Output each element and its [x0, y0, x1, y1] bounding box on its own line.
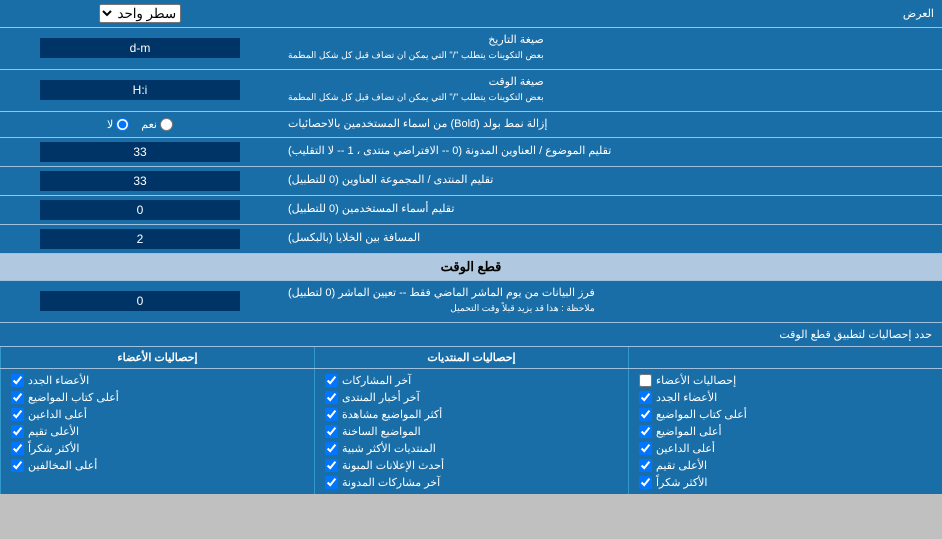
- forum-group-trim-label: تقليم المنتدى / المجموعة العناوين (0 للت…: [280, 167, 942, 195]
- topic-title-trim-label: تقليم الموضوع / العناوين المدونة (0 -- ا…: [280, 138, 942, 166]
- cell-spacing-input-cell: [0, 225, 280, 253]
- checkbox-item: المنتديات الأكثر شبية: [325, 442, 618, 455]
- cut-time-input[interactable]: [40, 291, 240, 311]
- display-select-cell: سطر واحد سطرين ثلاثة أسطر: [0, 0, 280, 27]
- col1-header: إحصاليات الأعضاء: [0, 347, 314, 368]
- checkbox-latest-pinned[interactable]: [325, 459, 338, 472]
- topic-title-trim-input-cell: [0, 138, 280, 166]
- checkbox-top-topics[interactable]: [639, 425, 652, 438]
- date-format-input-cell: [0, 28, 280, 69]
- cell-spacing-row: المسافة بين الخلايا (بالبكسل): [0, 225, 942, 254]
- checkbox-top-rated-2[interactable]: [11, 425, 24, 438]
- forum-group-trim-row: تقليم المنتدى / المجموعة العناوين (0 للت…: [0, 167, 942, 196]
- checkbox-item: أحدث الإعلانات المبونة: [325, 459, 618, 472]
- display-select[interactable]: سطر واحد سطرين ثلاثة أسطر: [99, 4, 181, 23]
- cut-time-section-header: قطع الوقت: [0, 254, 942, 281]
- checkbox-item: أعلى كتاب المواضيع: [11, 391, 304, 404]
- checkbox-item: الأعلى تقيم: [11, 425, 304, 438]
- checkbox-item: آخر أخبار المنتدى: [325, 391, 618, 404]
- checkbox-top-rated[interactable]: [639, 459, 652, 472]
- checkbox-item: أكثر المواضيع مشاهدة: [325, 408, 618, 421]
- checkbox-hot-topics[interactable]: [325, 425, 338, 438]
- checkbox-item: أعلى المواضيع: [639, 425, 932, 438]
- display-label: العرض: [280, 2, 942, 25]
- checkbox-last-blog-posts[interactable]: [325, 476, 338, 489]
- bold-no-label[interactable]: لا: [107, 118, 129, 131]
- checkbox-new-members[interactable]: [639, 391, 652, 404]
- username-trim-input[interactable]: [40, 200, 240, 220]
- date-format-input[interactable]: [40, 38, 240, 58]
- checkbox-item: المواضيع الساخنة: [325, 425, 618, 438]
- time-format-row: صيغة الوقتبعض التكوينات يتطلب "/" التي ي…: [0, 70, 942, 112]
- bold-yes-label[interactable]: نعم: [141, 118, 173, 131]
- checkbox-item: الأعضاء الجدد: [639, 391, 932, 404]
- checkbox-most-viewed[interactable]: [325, 408, 338, 421]
- checkbox-item: إحصاليات الأعضاء: [639, 374, 932, 387]
- display-row: العرض سطر واحد سطرين ثلاثة أسطر: [0, 0, 942, 28]
- bold-no-radio[interactable]: [116, 118, 129, 131]
- checkbox-most-thanked-2[interactable]: [11, 442, 24, 455]
- username-trim-input-cell: [0, 196, 280, 224]
- checkboxes-header-row: إحصاليات المنتديات إحصاليات الأعضاء: [0, 347, 942, 369]
- cut-time-input-cell: [0, 281, 280, 322]
- checkbox-most-similar-forums[interactable]: [325, 442, 338, 455]
- checkbox-last-posts[interactable]: [325, 374, 338, 387]
- checkbox-stats-members[interactable]: [639, 374, 652, 387]
- limit-stats-row: حدد إحصاليات لتطبيق قطع الوقت: [0, 323, 942, 347]
- cut-time-label: فرز البيانات من يوم الماشر الماضي فقط --…: [280, 281, 942, 322]
- checkbox-item: أعلى الداعين: [639, 442, 932, 455]
- cell-spacing-label: المسافة بين الخلايا (بالبكسل): [280, 225, 942, 253]
- checkbox-item: الأعضاء الجدد: [11, 374, 304, 387]
- cut-time-row: فرز البيانات من يوم الماشر الماضي فقط --…: [0, 281, 942, 323]
- checkbox-item: الأكثر شكراً: [11, 442, 304, 455]
- checkbox-top-writers-2[interactable]: [11, 391, 24, 404]
- time-format-label: صيغة الوقتبعض التكوينات يتطلب "/" التي ي…: [280, 70, 942, 111]
- col3-header: [628, 347, 942, 368]
- checkboxes-content-row: إحصاليات الأعضاء الأعضاء الجدد أعلى كتاب…: [0, 369, 942, 494]
- checkbox-last-news[interactable]: [325, 391, 338, 404]
- bold-removal-label: إزالة نمط بولد (Bold) من اسماء المستخدمي…: [280, 112, 942, 137]
- time-format-input-cell: [0, 70, 280, 111]
- checkbox-top-callers[interactable]: [639, 442, 652, 455]
- date-format-row: صيغة التاريخبعض التكوينات يتطلب "/" التي…: [0, 28, 942, 70]
- forum-group-trim-input-cell: [0, 167, 280, 195]
- username-trim-row: تقليم أسماء المستخدمين (0 للتطبيل): [0, 196, 942, 225]
- checkbox-item: آخر مشاركات المدونة: [325, 476, 618, 489]
- topic-title-trim-input[interactable]: [40, 142, 240, 162]
- checkbox-item: أعلى كتاب المواضيع: [639, 408, 932, 421]
- bold-yes-radio[interactable]: [160, 118, 173, 131]
- bold-removal-row: إزالة نمط بولد (Bold) من اسماء المستخدمي…: [0, 112, 942, 138]
- date-format-label: صيغة التاريخبعض التكوينات يتطلب "/" التي…: [280, 28, 942, 69]
- checkbox-item: الأكثر شكراً: [639, 476, 932, 489]
- username-trim-label: تقليم أسماء المستخدمين (0 للتطبيل): [280, 196, 942, 224]
- col2-header: إحصاليات المنتديات: [314, 347, 628, 368]
- checkbox-top-violators[interactable]: [11, 459, 24, 472]
- checkbox-top-topic-writers[interactable]: [639, 408, 652, 421]
- checkboxes-col1: الأعضاء الجدد أعلى كتاب المواضيع أعلى ال…: [0, 369, 314, 494]
- checkbox-item: أعلى المخالفين: [11, 459, 304, 472]
- cell-spacing-input[interactable]: [40, 229, 240, 249]
- checkboxes-col3: إحصاليات الأعضاء الأعضاء الجدد أعلى كتاب…: [628, 369, 942, 494]
- bold-removal-radio-cell: نعم لا: [0, 112, 280, 137]
- checkbox-item: أعلى الداعين: [11, 408, 304, 421]
- checkbox-most-thanked[interactable]: [639, 476, 652, 489]
- time-format-input[interactable]: [40, 80, 240, 100]
- checkbox-new-members-2[interactable]: [11, 374, 24, 387]
- checkboxes-col2: آخر المشاركات آخر أخبار المنتدى أكثر الم…: [314, 369, 628, 494]
- forum-group-trim-input[interactable]: [40, 171, 240, 191]
- limit-stats-label: حدد إحصاليات لتطبيق قطع الوقت: [779, 329, 932, 341]
- topic-title-trim-row: تقليم الموضوع / العناوين المدونة (0 -- ا…: [0, 138, 942, 167]
- checkbox-top-callers-2[interactable]: [11, 408, 24, 421]
- checkbox-item: آخر المشاركات: [325, 374, 618, 387]
- checkbox-item: الأعلى تقيم: [639, 459, 932, 472]
